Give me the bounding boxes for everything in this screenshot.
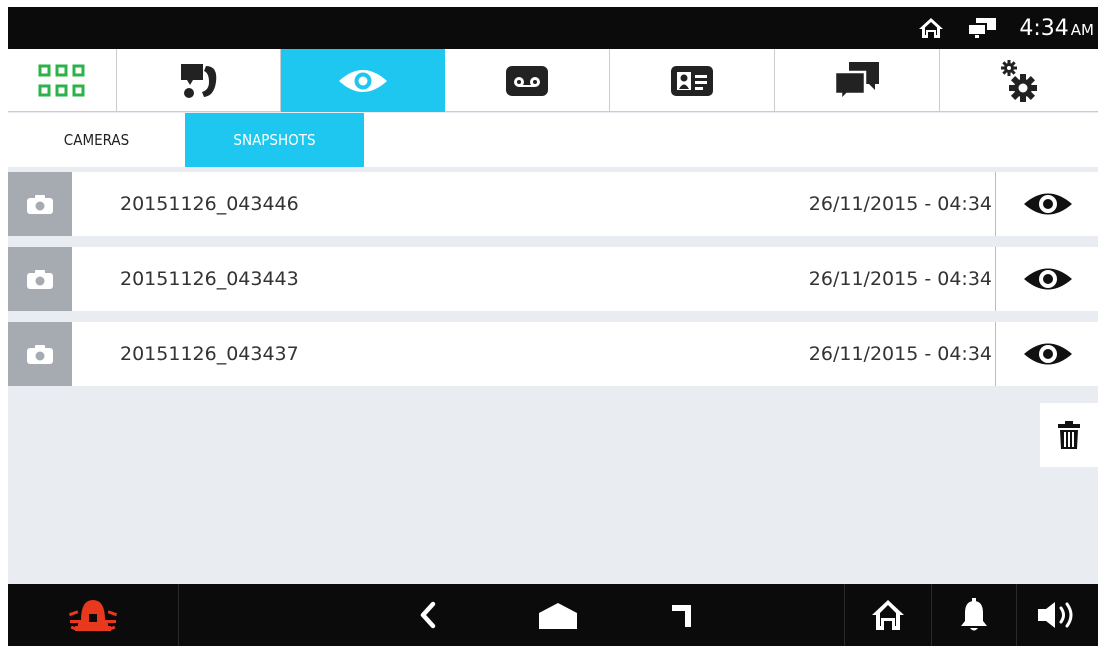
view-snapshot-button[interactable]	[1018, 184, 1078, 224]
network-status-icon	[967, 18, 996, 38]
snapshot-filename: 20151126_043446	[120, 193, 299, 215]
snapshot-thumbnail	[8, 247, 72, 311]
clock: 4:34 AM	[1019, 16, 1094, 41]
recent-apps-icon	[672, 605, 691, 627]
row-divider	[995, 322, 996, 386]
alarm-button[interactable]	[8, 584, 178, 646]
eye-icon	[1024, 268, 1072, 290]
grid-icon	[38, 64, 85, 96]
snapshot-thumbnail	[8, 322, 72, 386]
gears-icon	[1001, 59, 1037, 102]
volume-button[interactable]	[1017, 584, 1098, 646]
clock-time: 4:34	[1019, 16, 1069, 41]
tab-surveillance[interactable]	[281, 49, 445, 112]
camera-icon	[27, 195, 53, 214]
trash-icon	[1058, 421, 1080, 449]
recent-apps-button[interactable]	[653, 584, 713, 646]
camera-icon	[27, 270, 53, 289]
snapshot-date: 26/11/2015 - 04:34	[808, 343, 992, 365]
main-tab-bar	[8, 49, 1098, 112]
tab-intercom[interactable]	[117, 49, 281, 112]
alarm-icon	[68, 600, 118, 632]
navigation-bar	[8, 584, 1098, 646]
back-icon	[420, 601, 436, 629]
tab-settings[interactable]	[940, 49, 1098, 112]
tab-answering-machine[interactable]	[445, 49, 610, 112]
app-frame: 4:34 AM CAMERAS SNAPSHOTS 20151126_04344…	[8, 7, 1098, 646]
snapshot-date: 26/11/2015 - 04:34	[808, 193, 992, 215]
eye-icon	[1024, 193, 1072, 215]
view-snapshot-button[interactable]	[1018, 259, 1078, 299]
eye-icon	[338, 69, 387, 92]
row-divider	[995, 247, 996, 311]
snapshot-filename: 20151126_043437	[120, 343, 299, 365]
home-shape-button[interactable]	[528, 584, 588, 646]
tab-apps[interactable]	[8, 49, 117, 112]
delete-button[interactable]	[1040, 403, 1098, 467]
snapshot-filename: 20151126_043443	[120, 268, 299, 290]
sub-tab-bar: CAMERAS SNAPSHOTS	[8, 113, 1098, 167]
nav-divider	[178, 584, 179, 646]
snapshot-thumbnail	[8, 172, 72, 236]
intercom-icon	[180, 63, 216, 98]
tab-snapshots[interactable]: SNAPSHOTS	[185, 113, 364, 167]
snapshot-row[interactable]: 20151126_043446 26/11/2015 - 04:34	[8, 172, 1098, 236]
voicemail-icon	[506, 65, 548, 96]
home-button[interactable]	[845, 584, 931, 646]
status-bar: 4:34 AM	[8, 7, 1098, 49]
snapshot-row[interactable]: 20151126_043437 26/11/2015 - 04:34	[8, 322, 1098, 386]
eye-icon	[1024, 343, 1072, 365]
tab-cameras[interactable]: CAMERAS	[8, 113, 185, 167]
notifications-button[interactable]	[932, 584, 1016, 646]
snapshot-date: 26/11/2015 - 04:34	[808, 268, 992, 290]
clock-ampm: AM	[1070, 21, 1094, 39]
back-button[interactable]	[398, 584, 458, 646]
row-divider	[995, 172, 996, 236]
home-status-icon	[919, 18, 943, 38]
bell-icon	[961, 598, 987, 631]
snapshot-row[interactable]: 20151126_043443 26/11/2015 - 04:34	[8, 247, 1098, 311]
home-icon	[872, 600, 904, 630]
chat-icon	[833, 61, 879, 102]
home-shape-icon	[539, 603, 577, 629]
contact-card-icon	[671, 65, 713, 96]
tab-messages[interactable]	[775, 49, 940, 112]
volume-icon	[1037, 602, 1072, 628]
tab-contacts[interactable]	[610, 49, 775, 112]
camera-icon	[27, 345, 53, 364]
view-snapshot-button[interactable]	[1018, 334, 1078, 374]
